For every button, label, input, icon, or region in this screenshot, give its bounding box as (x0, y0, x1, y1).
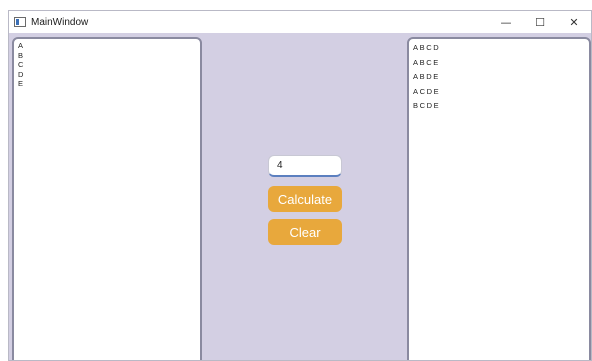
window-controls: — ☐ ✕ (489, 11, 591, 33)
list-item[interactable]: ABDE (413, 70, 585, 85)
combinations-list[interactable]: ABCD ABCE ABDE ACDE BCDE (407, 37, 591, 360)
list-item[interactable]: ABCE (413, 56, 585, 71)
calculate-button[interactable]: Calculate (268, 186, 342, 212)
list-item[interactable]: BCDE (413, 99, 585, 114)
list-item[interactable]: E (18, 79, 196, 89)
input-letters-list[interactable]: A B C D E (12, 37, 202, 360)
list-item[interactable]: ACDE (413, 85, 585, 100)
close-button[interactable]: ✕ (557, 11, 591, 33)
main-window: MainWindow — ☐ ✕ A B C D E Calculate Cle… (8, 10, 592, 361)
list-item[interactable]: B (18, 51, 196, 61)
list-item[interactable]: ABCD (413, 41, 585, 56)
clear-button[interactable]: Clear (268, 219, 342, 245)
client-area: A B C D E Calculate Clear ABCD ABCE ABDE… (9, 33, 591, 360)
list-item[interactable]: A (18, 41, 196, 51)
minimize-button[interactable]: — (489, 11, 523, 33)
number-input[interactable] (268, 155, 342, 177)
list-item[interactable]: D (18, 70, 196, 80)
title-bar[interactable]: MainWindow — ☐ ✕ (9, 11, 591, 33)
window-title: MainWindow (31, 16, 89, 28)
maximize-button[interactable]: ☐ (523, 11, 557, 33)
app-window-icon (14, 17, 26, 27)
list-item[interactable]: C (18, 60, 196, 70)
